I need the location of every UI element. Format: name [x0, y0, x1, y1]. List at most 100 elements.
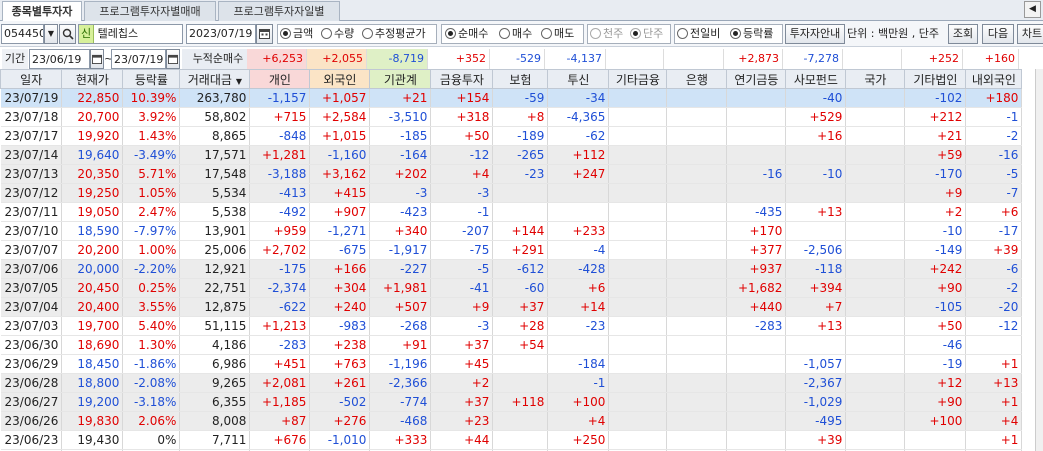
table-row[interactable]: 23/07/11 19,050 2.47% 5,538 -492 +907 -423 -1 -4… [0, 202, 1023, 222]
investor-guide-button[interactable]: 투자자안내 [785, 24, 845, 44]
table-row[interactable]: 23/07/13 20,350 5.71% 17,548 -3,188 +3,162 +20… [0, 164, 1023, 184]
date-input[interactable]: 2023/07/19 [186, 24, 256, 44]
column-header[interactable]: 내외국인 [965, 69, 1023, 89]
table-cell [608, 240, 668, 260]
sort-desc-icon[interactable]: ▼ [236, 77, 242, 86]
table-row[interactable]: 23/07/10 18,590 -7.97% 13,901 +959 -1,271 +340… [0, 221, 1023, 241]
table-row[interactable]: 23/07/04 20,400 3.55% 12,875 -622 +240 +507 +9 +… [0, 297, 1023, 317]
radio-buy[interactable]: 매수 [499, 24, 532, 44]
cumulative-total-cell: +160 [963, 49, 1019, 69]
column-header[interactable]: 현재가 [61, 69, 124, 89]
stock-code-input[interactable]: 054450 [1, 24, 44, 44]
table-cell: 1.00% [122, 240, 181, 260]
start-date-input[interactable]: 23/06/19 [29, 49, 90, 69]
vertical-scrollbar[interactable] [1035, 69, 1043, 451]
tab-scroll-left-icon[interactable]: ◀ [1024, 1, 1041, 18]
column-header[interactable]: 금융투자 [430, 69, 494, 89]
table-cell: 5,538 [179, 202, 251, 222]
search-icon[interactable] [59, 24, 76, 44]
table-cell: +14 [547, 297, 610, 317]
data-table: 일자 현재가 등락률 거래대금 ▼ 개인 외국인 기관계 금융투자 보험 투신 기타금융 은행 연기금등 사… [0, 69, 1023, 451]
column-header[interactable]: 일자 [0, 69, 63, 89]
table-cell: -413 [249, 183, 311, 203]
table-cell: 23/07/03 [0, 316, 63, 336]
table-cell: +242 [904, 259, 967, 279]
next-button[interactable]: 다음 [982, 24, 1014, 44]
table-cell [666, 183, 728, 203]
table-cell: -2 [965, 126, 1023, 146]
table-cell: +1 [965, 430, 1023, 450]
column-header[interactable]: 국가 [845, 69, 906, 89]
table-row[interactable]: 23/07/03 19,700 5.40% 51,115 +1,213 -983 -268-… [0, 316, 1023, 336]
column-header[interactable]: 투신 [547, 69, 610, 89]
table-cell: +37 [430, 392, 494, 412]
radio-amount[interactable]: 금액 [280, 24, 313, 44]
radio-sell[interactable]: 매도 [541, 24, 574, 44]
table-cell [726, 354, 787, 374]
radio-quantity[interactable]: 수량 [321, 24, 354, 44]
table-cell: +233 [547, 221, 610, 241]
column-header[interactable]: 외국인 [309, 69, 371, 89]
column-header[interactable]: 개인 [249, 69, 311, 89]
table-row[interactable]: 23/06/27 19,200 -3.18% 6,355 +1,185 -502 -774 +… [0, 392, 1023, 412]
control-bar: 054450 ▼ 신 텔레칩스 2023/07/19 금액 수량 추정평균가 순… [0, 21, 1043, 47]
search-button[interactable]: 조회 [948, 24, 978, 44]
table-row[interactable]: 23/07/18 20,700 3.92% 58,802 +715 +2,584 -3,51… [0, 107, 1023, 127]
calendar-icon[interactable] [256, 24, 273, 44]
table-cell: -502 [309, 392, 371, 412]
radio-thousand-shares[interactable]: 천주 [590, 24, 623, 44]
column-header[interactable]: 등락률 [122, 69, 181, 89]
radio-net-buy[interactable]: 순매수 [445, 24, 488, 44]
table-row[interactable]: 23/06/26 19,830 2.06% 8,008 +87 +276 -468 +23 +4… [0, 411, 1023, 431]
table-cell: 23/07/12 [0, 183, 63, 203]
column-header[interactable]: 기타법인 [904, 69, 967, 89]
table-row[interactable]: 23/07/17 19,920 1.43% 8,865 -848 +1,015 -185 +5… [0, 126, 1023, 146]
table-cell: +394 [785, 278, 847, 298]
column-header[interactable]: 기타금융 [608, 69, 668, 89]
table-row[interactable]: 23/06/29 18,450 -1.86% 6,986 +451 +763 -1,196 +… [0, 354, 1023, 374]
table-cell: +276 [309, 411, 371, 431]
table-cell: 10.39% [122, 88, 181, 108]
table-row[interactable]: 23/06/23 19,430 0% 7,711 +676 -1,010 +333 +44 +2… [0, 430, 1023, 450]
table-row[interactable]: 23/06/30 18,690 1.30% 4,186 -283 +238 +91 +37 +5… [0, 335, 1023, 355]
table-row[interactable]: 23/07/07 20,200 1.00% 25,006 +2,702 -675 -1,91… [0, 240, 1023, 260]
tab-stock-investor[interactable]: 종목별투자자 [2, 1, 82, 22]
column-header[interactable]: 거래대금 ▼ [179, 69, 251, 89]
table-cell: 23/07/11 [0, 202, 63, 222]
table-cell: -983 [309, 316, 371, 336]
table-row[interactable]: 23/07/12 19,250 1.05% 5,534 -413 +415 -3 -3 +9 -7 [0, 183, 1023, 203]
column-header[interactable]: 기관계 [369, 69, 432, 89]
radio-prev-day-diff[interactable]: 전일비 [677, 24, 720, 44]
table-cell: 23/07/18 [0, 107, 63, 127]
table-cell: -23 [547, 316, 610, 336]
table-row[interactable]: 23/07/19 22,850 10.39% 263,780 -1,157 +1,057 +… [0, 88, 1023, 108]
table-row[interactable]: 23/07/05 20,450 0.25% 22,751 -2,374 +304 +1,98… [0, 278, 1023, 298]
table-cell [666, 354, 728, 374]
radio-change-rate[interactable]: 등락률 [730, 24, 773, 44]
table-cell: +340 [369, 221, 432, 241]
table-cell: +118 [492, 392, 549, 412]
column-header[interactable]: 보험 [492, 69, 549, 89]
start-calendar-icon[interactable] [90, 49, 104, 69]
stock-name-field: 신 텔레칩스 [78, 24, 183, 44]
code-dropdown-icon[interactable]: ▼ [44, 24, 58, 44]
radio-avg-price[interactable]: 추정평균가 [362, 24, 426, 44]
table-cell: +44 [430, 430, 494, 450]
column-header[interactable]: 연기금등 [726, 69, 787, 89]
end-calendar-icon[interactable] [166, 49, 180, 69]
chart-button[interactable]: 차트 [1017, 24, 1043, 44]
table-cell: +87 [249, 411, 311, 431]
table-row[interactable]: 23/07/14 19,640 -3.49% 17,571 +1,281 -1,160 -1… [0, 145, 1023, 165]
table-row[interactable]: 23/06/28 18,800 -2.08% 9,265 +2,081 +261 -2,36… [0, 373, 1023, 393]
table-row[interactable]: 23/07/06 20,000 -2.20% 12,921 -175 +166 -227 -5… [0, 259, 1023, 279]
table-cell: -7.97% [122, 221, 181, 241]
tab-program-investor-trading[interactable]: 프로그램투자자별매매 [84, 1, 216, 21]
end-date-input[interactable]: 23/07/19 [111, 49, 166, 69]
column-header[interactable]: 은행 [666, 69, 728, 89]
table-cell [666, 335, 728, 355]
column-header[interactable]: 사모펀드 [785, 69, 847, 89]
table-cell: +212 [904, 107, 967, 127]
table-cell: +1,981 [369, 278, 432, 298]
radio-single-shares[interactable]: 단주 [630, 24, 663, 44]
tab-program-investor-daily[interactable]: 프로그램투자자일별 [218, 1, 340, 21]
